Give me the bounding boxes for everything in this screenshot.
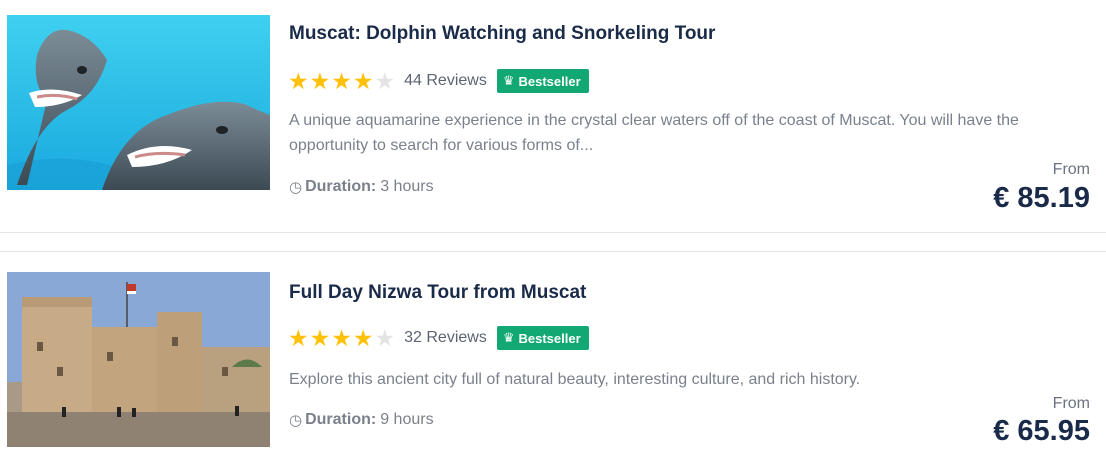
tour-title[interactable]: Muscat: Dolphin Watching and Snorkeling … (289, 23, 715, 45)
review-count[interactable]: 32 Reviews (404, 329, 487, 347)
clock-icon: ◷ (289, 412, 303, 429)
star-full-icon: ★ (309, 324, 331, 351)
tour-image-fort[interactable] (7, 272, 270, 447)
duration-label: Duration: (305, 178, 377, 195)
card-divider (0, 232, 1106, 252)
badge-label: Bestseller (518, 330, 581, 346)
tour-image-dolphins[interactable] (7, 15, 270, 190)
duration-value: 3 hours (380, 178, 434, 195)
star-full-icon: ★ (288, 67, 309, 94)
price-from-label: From (1052, 395, 1090, 412)
star-full-icon: ★ (331, 324, 352, 351)
rating-row: ★ ★ ★ ★ ★ 44 Reviews ♛ Bestseller (288, 68, 589, 94)
star-full-icon: ★ (352, 67, 374, 94)
tour-card[interactable]: Muscat: Dolphin Watching and Snorkeling … (0, 0, 1106, 232)
fort-image (7, 272, 270, 447)
tour-duration: ◷ Duration: 9 hours (289, 411, 434, 429)
star-full-icon: ★ (352, 324, 374, 351)
star-empty-icon: ★ (374, 324, 396, 351)
duration-value: 9 hours (380, 411, 434, 428)
tour-description: A unique aquamarine experience in the cr… (289, 112, 1019, 154)
star-empty-icon: ★ (374, 67, 396, 94)
tour-duration: ◷ Duration: 3 hours (289, 178, 434, 196)
tour-price: € 85.19 (993, 182, 1090, 214)
star-full-icon: ★ (331, 67, 352, 94)
dolphins-image (7, 15, 270, 190)
tour-card[interactable]: Full Day Nizwa Tour from Muscat ★ ★ ★ ★ … (0, 252, 1106, 454)
bestseller-badge: ♛ Bestseller (496, 326, 589, 350)
badge-label: Bestseller (518, 73, 581, 89)
crown-icon: ♛ (502, 330, 515, 345)
review-count[interactable]: 44 Reviews (404, 72, 487, 90)
price-from-label: From (1052, 161, 1090, 178)
duration-label: Duration: (305, 411, 377, 428)
crown-icon: ♛ (502, 73, 515, 88)
tour-price: € 65.95 (993, 415, 1090, 447)
tour-title[interactable]: Full Day Nizwa Tour from Muscat (289, 282, 586, 304)
star-full-icon: ★ (288, 324, 309, 351)
rating-row: ★ ★ ★ ★ ★ 32 Reviews ♛ Bestseller (288, 325, 589, 351)
bestseller-badge: ♛ Bestseller (496, 69, 589, 93)
tour-description: Explore this ancient city full of natura… (289, 371, 861, 388)
clock-icon: ◷ (289, 179, 303, 196)
star-full-icon: ★ (309, 67, 331, 94)
